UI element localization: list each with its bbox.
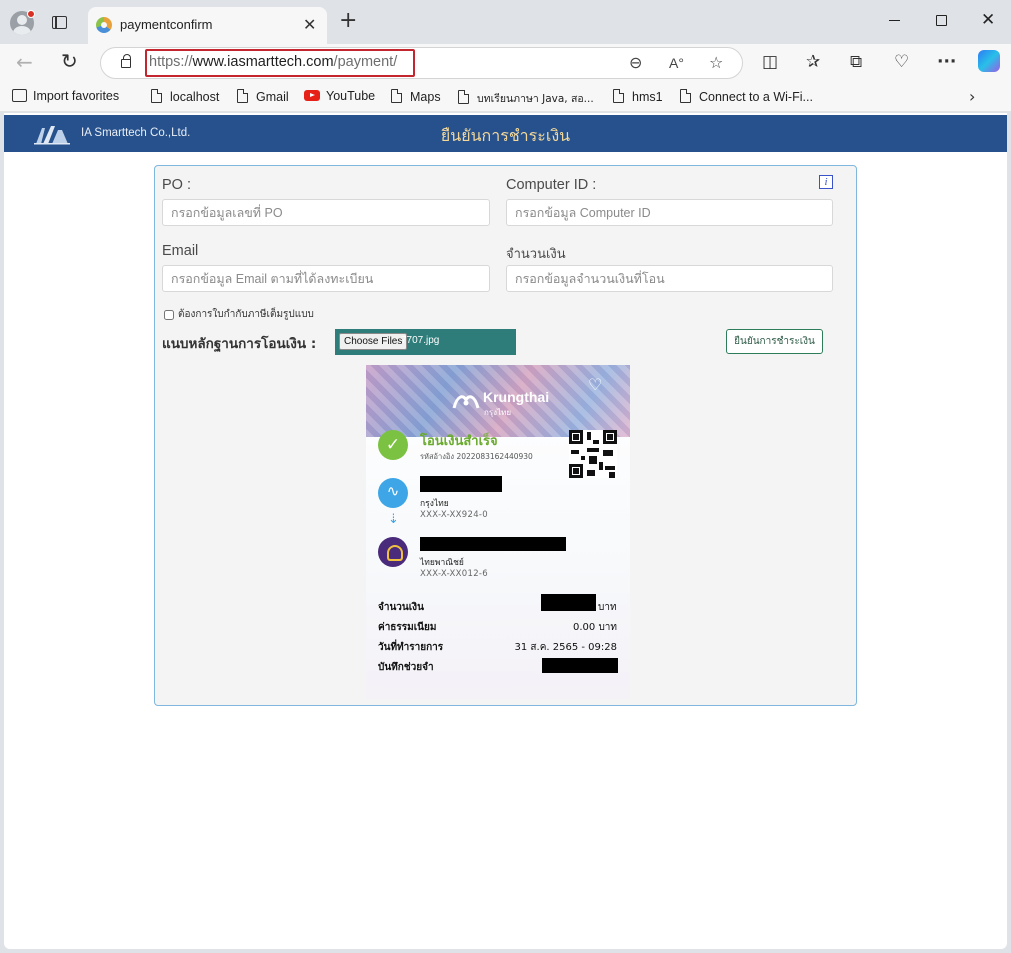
url-highlight-box	[145, 49, 415, 77]
page-viewport: IA Smarttech Co.,Ltd. ยืนยันการชำระเงิน …	[4, 113, 1007, 949]
page-icon	[458, 89, 470, 104]
tab-title: paymentconfirm	[120, 17, 213, 32]
email-label: Email	[162, 243, 199, 259]
bookmark-label: Maps	[410, 90, 441, 104]
split-screen-icon[interactable]: ◫	[762, 52, 778, 72]
zoom-out-icon[interactable]: ⊖	[629, 53, 642, 72]
scb-bank-icon	[378, 537, 408, 567]
bookmark-label: Gmail	[256, 90, 289, 104]
bookmarks-bar: Import favorites localhost Gmail YouTube…	[0, 82, 1011, 112]
page-icon	[613, 88, 625, 103]
site-header: IA Smarttech Co.,Ltd. ยืนยันการชำระเงิน	[4, 115, 1007, 152]
email-input[interactable]	[162, 265, 490, 292]
fee-value: 0.00 บาท	[573, 622, 617, 633]
reload-icon[interactable]: ↻	[61, 49, 78, 73]
youtube-icon	[304, 90, 320, 101]
close-window-icon[interactable]: ✕	[981, 10, 995, 30]
info-icon[interactable]: i	[819, 175, 833, 189]
minimize-icon[interactable]	[889, 20, 900, 22]
bookmark-gmail[interactable]: Gmail	[237, 88, 289, 104]
po-label: PO :	[162, 177, 192, 193]
import-icon	[12, 89, 27, 102]
payment-form-panel: i PO : Computer ID : Email จำนวนเงิน ต้อ…	[154, 165, 857, 706]
arrow-down-icon: ⇣	[388, 512, 399, 527]
close-tab-icon[interactable]: ✕	[303, 15, 316, 34]
receiver-bank: ไทยพาณิชย์	[420, 558, 464, 568]
bookmark-label: Connect to a Wi-Fi...	[699, 90, 813, 104]
sender-bank: กรุงไทย	[420, 499, 449, 509]
bookmark-wifi[interactable]: Connect to a Wi-Fi...	[680, 88, 813, 104]
page-icon	[151, 88, 163, 103]
date-row-label: วันที่ทำรายการ	[378, 642, 444, 653]
maximize-icon[interactable]	[936, 15, 947, 26]
amount-label: จำนวนเงิน	[506, 247, 566, 262]
more-menu-icon[interactable]: ···	[937, 52, 956, 72]
amount-input[interactable]	[506, 265, 833, 292]
heart-icon: ♡	[588, 375, 603, 394]
page-icon	[391, 88, 403, 103]
computer-id-label: Computer ID :	[506, 177, 597, 193]
bookmark-localhost[interactable]: localhost	[151, 88, 220, 104]
page-icon	[237, 88, 249, 103]
address-bar[interactable]: https://www.iasmarttech.com/payment/ ⊖ A…	[100, 47, 743, 79]
chevron-right-icon[interactable]: ›	[969, 87, 975, 106]
selected-file-name: 7707.jpg	[401, 335, 440, 346]
slip-bank-name: Krungthai	[483, 389, 550, 405]
choose-files-button[interactable]: Choose Files	[339, 333, 408, 350]
copilot-icon[interactable]	[978, 50, 1000, 72]
page-icon	[680, 88, 692, 103]
tax-invoice-checkbox[interactable]	[164, 310, 174, 320]
favorites-icon[interactable]: ✰	[806, 52, 820, 72]
browser-tab-bar: paymentconfirm ✕ + ✕	[0, 0, 1011, 44]
po-input[interactable]	[162, 199, 490, 226]
file-upload-field[interactable]: Choose Files 7707.jpg	[335, 329, 516, 355]
success-check-icon: ✓	[378, 430, 408, 460]
bookmark-hms1[interactable]: hms1	[613, 88, 663, 104]
bookmark-label: Import favorites	[33, 89, 120, 103]
receiver-account: XXX-X-XX012-6	[420, 569, 488, 579]
memo-redaction	[542, 658, 618, 673]
new-tab-icon[interactable]: +	[339, 10, 357, 32]
bookmark-label: hms1	[632, 90, 663, 104]
profile-notification-dot	[27, 10, 35, 18]
browser-essentials-icon[interactable]: ♡	[894, 52, 909, 72]
favorite-star-icon[interactable]: ☆	[709, 53, 723, 72]
memo-row-label: บันทึกช่วยจำ	[378, 662, 434, 673]
amount-redaction	[541, 594, 596, 611]
bookmark-label: localhost	[170, 90, 220, 104]
slip-bank-name-th: กรุงไทย	[484, 408, 512, 417]
date-value: 31 ส.ค. 2565 - 09:28	[514, 642, 617, 653]
tab-paymentconfirm[interactable]: paymentconfirm ✕	[88, 7, 327, 44]
krungthai-logo-icon	[452, 395, 480, 409]
bookmark-import-favorites[interactable]: Import favorites	[12, 89, 119, 103]
reference-number: รหัสอ้างอิง 2022083162440930	[420, 452, 533, 461]
back-arrow-icon[interactable]: ←	[16, 50, 33, 74]
read-aloud-icon[interactable]: A°	[669, 55, 684, 71]
sender-account: XXX-X-XX924-0	[420, 510, 488, 520]
bookmark-maps[interactable]: Maps	[391, 88, 441, 104]
page-title: ยืนยันการชำระเงิน	[440, 126, 571, 145]
amount-row-label: จำนวนเงิน	[378, 602, 424, 613]
transfer-success-title: โอนเงินสำเร็จ	[420, 434, 498, 449]
amount-unit: บาท	[598, 602, 617, 613]
bookmark-java-lessons[interactable]: บทเรียนภาษา Java, สอ...	[458, 89, 594, 107]
bookmark-youtube[interactable]: YouTube	[304, 89, 375, 103]
collections-icon[interactable]: ⧉	[850, 52, 862, 72]
computer-id-input[interactable]	[506, 199, 833, 226]
tab-actions-icon[interactable]	[52, 16, 67, 29]
confirm-payment-button[interactable]: ยืนยันการชำระเงิน	[726, 329, 823, 354]
sender-name-redaction	[420, 476, 502, 492]
transfer-slip-image: Krungthai กรุงไทย ♡ ✓ โอนเงินสำเร็จ รหัส…	[366, 365, 630, 699]
bookmark-label: บทเรียนภาษา Java, สอ...	[477, 93, 594, 105]
fee-row-label: ค่าธรรมเนียม	[378, 622, 437, 633]
bookmark-label: YouTube	[326, 89, 376, 103]
tax-invoice-label: ต้องการใบกำกับภาษีเต็มรูปแบบ	[178, 309, 314, 320]
attach-proof-label: แนบหลักฐานการโอนเงิน :	[162, 336, 317, 352]
receiver-name-redaction	[420, 537, 566, 551]
krungthai-bank-icon	[378, 478, 408, 508]
qr-code-icon	[569, 430, 617, 478]
site-favicon-icon	[96, 17, 112, 33]
lock-icon[interactable]	[121, 54, 131, 68]
